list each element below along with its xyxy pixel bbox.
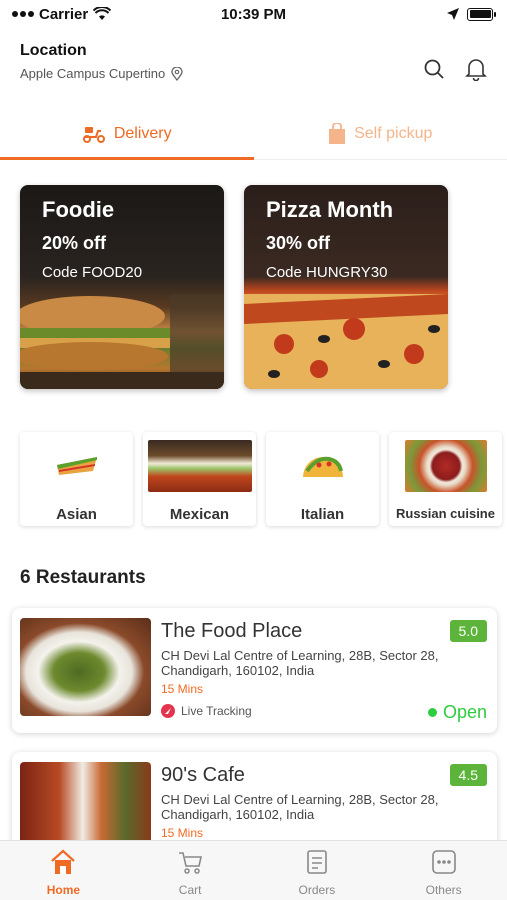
category-label: Mexican xyxy=(169,506,230,523)
promo-text: Pizza Month 30% off Code HUNGRY30 xyxy=(266,197,393,281)
location-name: Apple Campus Cupertino xyxy=(20,66,166,81)
rating-badge: 4.5 xyxy=(449,764,487,786)
nav-orders[interactable]: Orders xyxy=(254,841,381,900)
promo-card-pizza-month[interactable]: Pizza Month 30% off Code HUNGRY30 xyxy=(244,185,448,389)
location-block[interactable]: Location Apple Campus Cupertino xyxy=(20,42,183,81)
wifi-icon xyxy=(93,7,112,20)
borscht-image xyxy=(404,440,487,492)
promo-text: Foodie 20% off Code FOOD20 xyxy=(42,197,142,281)
scooter-icon xyxy=(82,126,105,143)
nav-label: Others xyxy=(425,883,462,897)
promo-title: Foodie xyxy=(42,197,115,222)
category-label: Russian cuisine xyxy=(396,506,495,521)
open-dot-icon xyxy=(427,708,437,717)
location-header: Location Apple Campus Cupertino xyxy=(20,42,489,82)
status-bar: Carrier 10:39 PM xyxy=(0,0,507,28)
category-russian-cuisine[interactable]: Russian cuisine xyxy=(389,432,502,526)
header-actions xyxy=(421,56,489,82)
category-mexican[interactable]: Mexican xyxy=(143,432,256,526)
restaurant-image xyxy=(20,618,151,716)
restaurant-card[interactable]: The Food Place 5.0 CH Devi Lal Centre of… xyxy=(12,608,497,733)
tracking-icon xyxy=(161,704,175,718)
rating-badge: 5.0 xyxy=(449,620,487,642)
restaurant-address: CH Devi Lal Centre of Learning, 28B, Sec… xyxy=(161,648,439,678)
taco-icon xyxy=(271,440,375,492)
search-button[interactable] xyxy=(421,56,447,82)
nav-label: Orders xyxy=(298,883,336,897)
nav-home[interactable]: Home xyxy=(0,841,127,900)
notifications-button[interactable] xyxy=(463,56,489,82)
delivery-time: 15 Mins xyxy=(161,682,204,696)
location-arrow-icon xyxy=(447,8,459,20)
promo-carousel: Foodie 20% off Code FOOD20 Pizza Month 3… xyxy=(20,185,448,389)
open-status-label: Open xyxy=(442,702,487,722)
carrier-label: Carrier xyxy=(39,5,89,23)
map-pin-icon xyxy=(171,66,183,81)
tab-delivery-label: Delivery xyxy=(113,124,172,142)
delivery-time: 15 Mins xyxy=(161,826,204,840)
status-left: Carrier xyxy=(12,5,112,23)
home-icon xyxy=(48,847,78,877)
tab-self-pickup[interactable]: Self pickup xyxy=(254,108,507,159)
more-icon xyxy=(429,847,459,877)
battery-icon xyxy=(467,7,496,21)
tab-delivery[interactable]: Delivery xyxy=(0,108,254,160)
restaurant-name: The Food Place xyxy=(161,620,303,642)
category-list: Asian Mexican Italian Russian cuisine xyxy=(20,432,502,526)
live-tracking: Live Tracking xyxy=(161,704,252,718)
category-italian[interactable]: Italian xyxy=(266,432,379,526)
location-subtitle: Apple Campus Cupertino xyxy=(20,66,183,81)
category-asian[interactable]: Asian xyxy=(20,432,133,526)
enchiladas-image xyxy=(147,440,252,492)
nav-cart[interactable]: Cart xyxy=(127,841,254,900)
open-status: Open xyxy=(427,702,487,723)
pizza-image xyxy=(244,294,448,389)
promo-title: Pizza Month xyxy=(266,197,394,222)
restaurants-heading: 6 Restaurants xyxy=(20,567,146,588)
promo-discount: 20% off xyxy=(42,233,107,253)
search-icon xyxy=(424,59,444,79)
bottom-navigation: Home Cart Orders Others xyxy=(0,840,507,900)
live-tracking-label: Live Tracking xyxy=(181,704,252,718)
category-label: Asian xyxy=(56,506,97,523)
nav-label: Home xyxy=(46,883,81,897)
signal-icon xyxy=(12,11,34,17)
promo-card-foodie[interactable]: Foodie 20% off Code FOOD20 xyxy=(20,185,224,389)
promo-discount: 30% off xyxy=(266,233,331,253)
delivery-mode-tabs: Delivery Self pickup xyxy=(0,108,507,160)
bell-icon xyxy=(465,59,487,81)
restaurant-name: 90's Cafe xyxy=(161,764,245,786)
burger-image xyxy=(20,294,224,389)
nav-others[interactable]: Others xyxy=(380,841,507,900)
location-title: Location xyxy=(20,42,87,59)
tab-self-pickup-label: Self pickup xyxy=(354,124,433,142)
status-right xyxy=(447,7,496,21)
promo-code: Code HUNGRY30 xyxy=(266,264,388,281)
category-label: Italian xyxy=(300,506,345,523)
cart-icon xyxy=(175,847,205,877)
nav-label: Cart xyxy=(178,883,202,897)
promo-code: Code FOOD20 xyxy=(42,264,143,281)
sandwich-icon xyxy=(25,440,129,492)
shopping-bag-icon xyxy=(329,122,346,144)
restaurant-address: CH Devi Lal Centre of Learning, 28B, Sec… xyxy=(161,792,439,822)
orders-icon xyxy=(302,847,332,877)
